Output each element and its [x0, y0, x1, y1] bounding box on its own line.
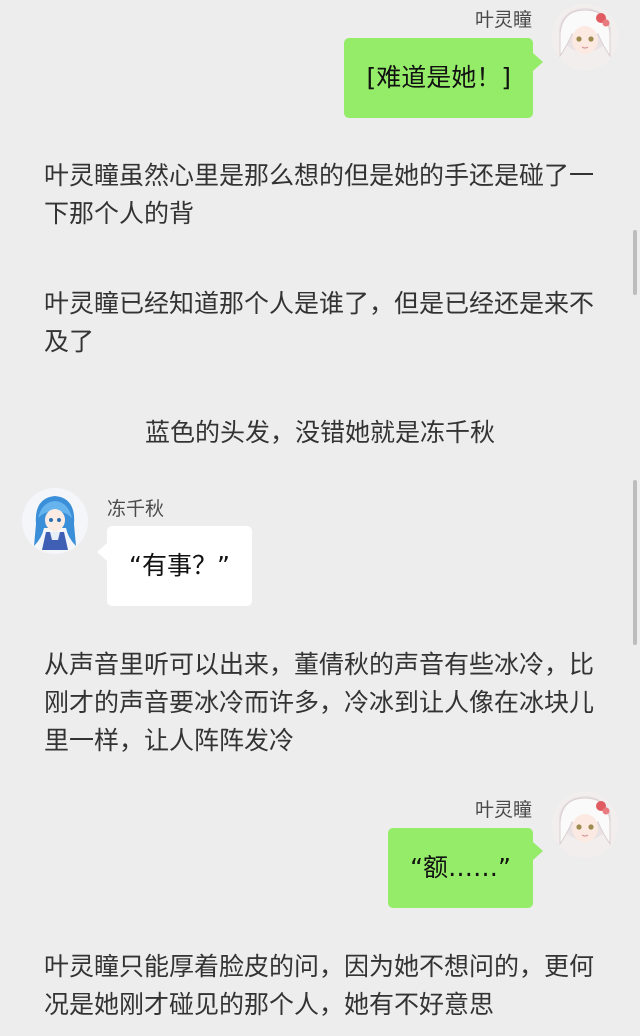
message-bubble-sent[interactable]: [难道是她！] [344, 38, 533, 118]
bubble-tail [97, 543, 107, 561]
narration-text: 叶灵瞳已经知道那个人是谁了，但是已经还是来不及了 [44, 289, 595, 356]
narration-text: 叶灵瞳虽然心里是那么想的但是她的手还是碰了一下那个人的背 [44, 161, 595, 228]
receiver-name: 冻千秋 [107, 498, 165, 520]
blue-haired-anime-girl-icon [22, 488, 88, 554]
sender-avatar[interactable] [552, 4, 618, 70]
bubble-tail [533, 53, 543, 71]
scrollbar-thumb[interactable] [633, 480, 637, 645]
receiver-avatar[interactable] [22, 488, 88, 554]
message-bubble-received[interactable]: “有事？” [107, 526, 252, 606]
sender-name: 叶灵瞳 [474, 799, 532, 821]
sender-avatar[interactable] [552, 792, 618, 858]
sender-name: 叶灵瞳 [474, 9, 532, 31]
message-bubble-sent[interactable]: “额……” [388, 828, 533, 908]
narration-text: 从声音里听可以出来，董倩秋的声音有些冰冷，比刚才的声音要冰冷而许多，冷冰到让人像… [44, 650, 595, 755]
narration-text: 蓝色的头发，没错她就是冻千秋 [144, 418, 495, 447]
bubble-tail [533, 842, 543, 860]
white-haired-anime-girl-icon [552, 792, 618, 858]
white-haired-anime-girl-icon [552, 4, 618, 70]
narration-text: 叶灵瞳只能厚着脸皮的问，因为她不想问的，更何况是她刚才碰见的那个人，她有不好意思 [44, 952, 595, 1019]
scrollbar-thumb[interactable] [633, 230, 637, 295]
